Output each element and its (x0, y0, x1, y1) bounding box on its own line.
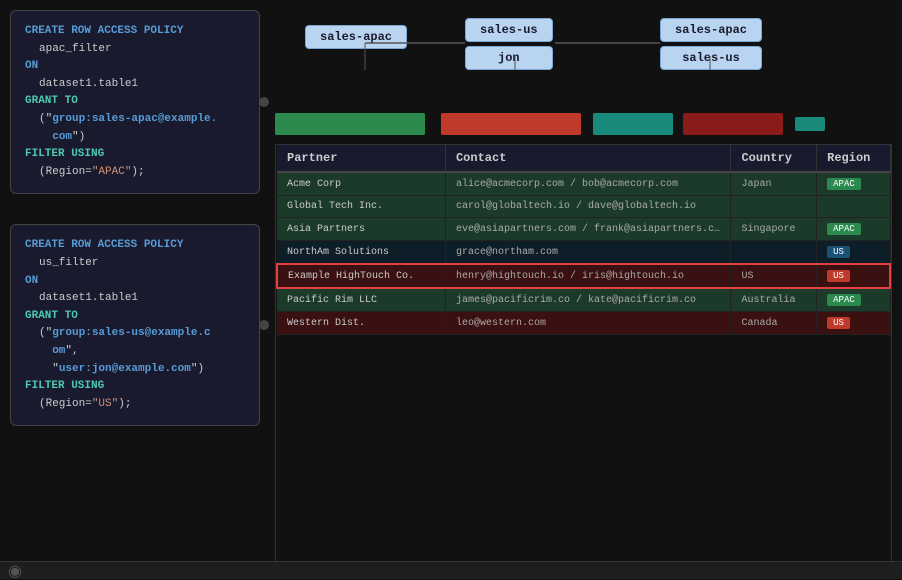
data-table: Partner Contact Country Region Acme Corp… (275, 144, 892, 569)
policy-name-apac: apac_filter (25, 41, 245, 59)
col-header-contact: Contact (445, 145, 731, 172)
cell-partner: Pacific Rim LLC (277, 288, 445, 312)
connector-dot-1 (259, 97, 269, 107)
code-block-apac: CREATE ROW ACCESS POLICY apac_filter ON … (10, 10, 260, 194)
grant-group: ("group:sales-apac@example. com") (25, 111, 245, 146)
keyword-create-2: CREATE ROW ACCESS POLICY (25, 239, 183, 251)
token-group-apac-us: sales-apac sales-us (660, 18, 762, 70)
connector-lines (275, 10, 892, 100)
bar-red-1 (441, 113, 581, 135)
cell-contact: leo@western.com (445, 312, 731, 335)
cell-country (731, 241, 817, 265)
cell-country (731, 196, 817, 218)
keyword-create: CREATE ROW ACCESS POLICY (25, 25, 183, 37)
cell-contact: alice@acmecorp.com / bob@acmecorp.com (445, 172, 731, 196)
token-group-apac: sales-apac (305, 25, 407, 49)
main-container: CREATE ROW ACCESS POLICY apac_filter ON … (0, 0, 902, 579)
keyword-grant-2: GRANT TO (25, 310, 78, 322)
cell-region: APAC (817, 218, 890, 241)
badge-sales-us-2: sales-us (660, 46, 762, 70)
tokens-area: sales-apac sales-us jon sales-apac sales… (275, 10, 892, 100)
cell-partner: Example HighTouch Co. (277, 264, 445, 288)
cell-partner: Acme Corp (277, 172, 445, 196)
cell-region: US (817, 264, 890, 288)
cell-partner: Global Tech Inc. (277, 196, 445, 218)
bar-teal-1 (593, 113, 673, 135)
cell-region: APAC (817, 172, 890, 196)
table-ref-2: dataset1.table1 (25, 290, 245, 308)
bar-dark-red-1 (683, 113, 783, 135)
table-header-row: Partner Contact Country Region (277, 145, 890, 172)
region-badge: APAC (827, 178, 861, 190)
cell-country: Singapore (731, 218, 817, 241)
region-badge: US (827, 317, 850, 329)
region-badge: APAC (827, 223, 861, 235)
bars-area (275, 110, 892, 138)
cell-region (817, 196, 890, 218)
region-badge: US (827, 246, 850, 258)
cell-contact: james@pacificrim.co / kate@pacificrim.co (445, 288, 731, 312)
table-row: Asia Partnerseve@asiapartners.com / fran… (277, 218, 890, 241)
table-row: Acme Corpalice@acmecorp.com / bob@acmeco… (277, 172, 890, 196)
col-header-partner: Partner (277, 145, 445, 172)
col-header-region: Region (817, 145, 890, 172)
cell-country: Japan (731, 172, 817, 196)
cell-region: US (817, 312, 890, 335)
table-ref-1: dataset1.table1 (25, 76, 245, 94)
table-row: Example HighTouch Co.henry@hightouch.io … (277, 264, 890, 288)
col-header-country: Country (731, 145, 817, 172)
cell-partner: Western Dist. (277, 312, 445, 335)
table-row: NorthAm Solutionsgrace@northam.com US (277, 241, 890, 265)
bottom-dot: ◉ (8, 561, 22, 580)
cell-country: Canada (731, 312, 817, 335)
bar-teal-2 (795, 117, 825, 131)
keyword-grant: GRANT TO (25, 95, 78, 107)
badge-sales-us: sales-us (465, 18, 553, 42)
bottom-bar: ◉ (0, 561, 902, 579)
badge-sales-apac-1: sales-apac (305, 25, 407, 49)
keyword-on-2: ON (25, 275, 38, 287)
table-row: Western Dist.leo@western.comCanada US (277, 312, 890, 335)
region-badge: US (827, 270, 850, 282)
cell-partner: NorthAm Solutions (277, 241, 445, 265)
cell-country: Australia (731, 288, 817, 312)
cell-contact: carol@globaltech.io / dave@globaltech.io (445, 196, 731, 218)
cell-contact: henry@hightouch.io / iris@hightouch.io (445, 264, 731, 288)
cell-region: US (817, 241, 890, 265)
cell-country: US (731, 264, 817, 288)
filter-expr-apac: (Region="APAC"); (25, 164, 245, 182)
table-row: Global Tech Inc.carol@globaltech.io / da… (277, 196, 890, 218)
keyword-filter-2: FILTER USING (25, 380, 104, 392)
policy-name-us: us_filter (25, 255, 245, 273)
right-panel: sales-apac sales-us jon sales-apac sales… (270, 0, 902, 579)
cell-contact: eve@asiapartners.com / frank@asiapartner… (445, 218, 731, 241)
badge-jon: jon (465, 46, 553, 70)
cell-partner: Asia Partners (277, 218, 445, 241)
token-group-us-jon: sales-us jon (465, 18, 553, 70)
keyword-on: ON (25, 60, 38, 72)
region-badge: APAC (827, 294, 861, 306)
left-panel: CREATE ROW ACCESS POLICY apac_filter ON … (0, 0, 270, 579)
filter-expr-us: (Region="US"); (25, 396, 245, 414)
badge-sales-apac-2: sales-apac (660, 18, 762, 42)
table-row: Pacific Rim LLCjames@pacificrim.co / kat… (277, 288, 890, 312)
bar-green-1 (275, 113, 425, 135)
code-block-us: CREATE ROW ACCESS POLICY us_filter ON da… (10, 224, 260, 426)
connector-dot-2 (259, 320, 269, 330)
keyword-filter: FILTER USING (25, 148, 104, 160)
cell-region: APAC (817, 288, 890, 312)
cell-contact: grace@northam.com (445, 241, 731, 265)
grant-group-us: ("group:sales-us@example.c om", "user:jo… (25, 325, 245, 378)
